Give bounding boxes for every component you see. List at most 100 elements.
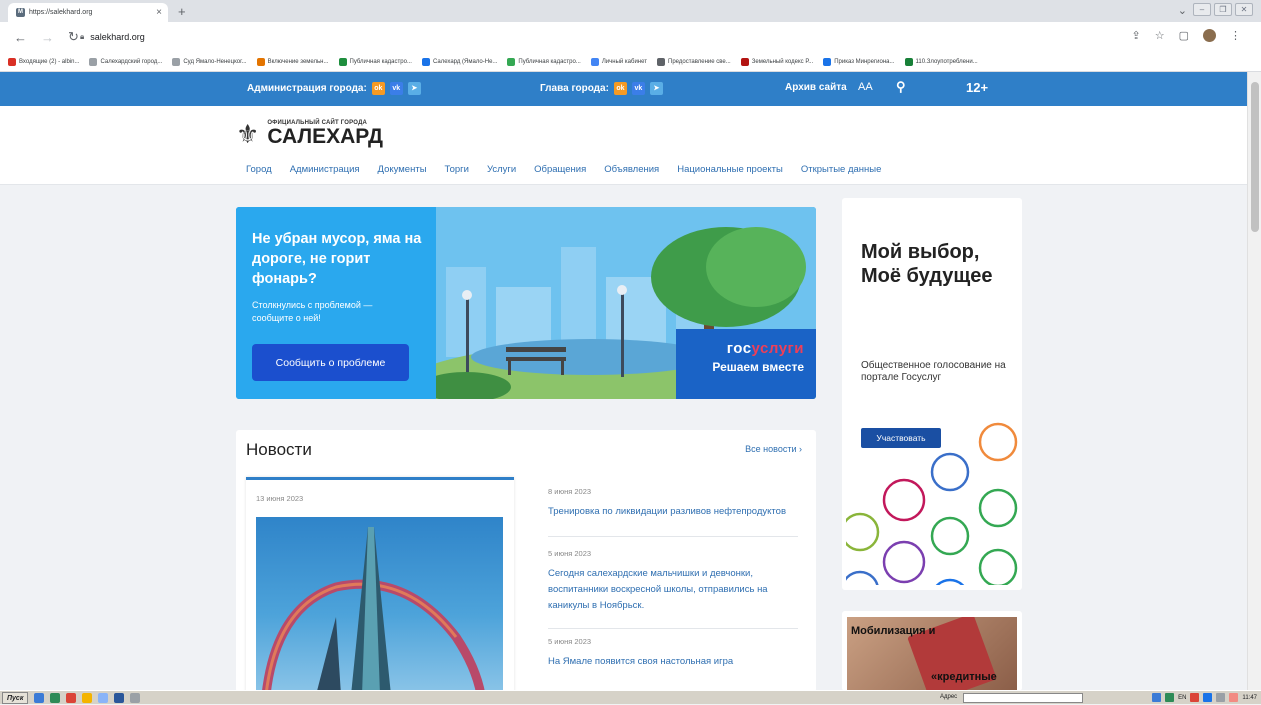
bookmark-item[interactable]: Входящие (2) - albin... [8,57,79,66]
close-tab-icon[interactable]: × [156,7,162,18]
ie-icon[interactable] [34,692,45,703]
odnoklassniki-icon[interactable]: ok [613,82,627,95]
gosuslugi-badge: госуслуги Решаем вместе [676,329,816,399]
age-rating-badge: 12+ [966,80,989,95]
bookmark-favicon-icon [338,57,347,66]
excel-icon[interactable] [50,692,61,703]
bookmark-label: Салехардский город... [100,58,163,65]
menu-item[interactable]: Торги [445,164,469,175]
bookmark-label: Публичная кадастро... [518,58,581,65]
app-icon[interactable] [130,692,141,703]
menu-item[interactable]: Администрация [290,164,360,175]
gosuslugi-slogan: Решаем вместе [712,360,804,374]
bookmark-item[interactable]: Салехард (Ямало-Не... [421,57,497,66]
bookmark-item[interactable]: Земельный кодекс Р... [740,57,813,66]
bookmark-item[interactable]: 110.Злоупотреблени... [904,57,978,66]
menu-item[interactable]: Объявления [604,164,659,175]
vote-text: Общественное голосование на портале Госу… [861,360,1006,383]
telegram-icon[interactable]: ➤ [407,82,421,95]
bookmark-favicon-icon [421,57,430,66]
news-list-item[interactable]: 5 июня 2023 Сегодня салехардские мальчишк… [548,549,798,629]
mobilization-promo-card[interactable]: Мобилизация и «кредитные [842,611,1022,691]
back-icon[interactable]: ← [14,30,27,45]
report-problem-banner[interactable]: Не убран мусор, яма на дороге, не горит … [236,207,816,399]
bookmark-favicon-icon [740,57,749,66]
bookmark-item[interactable]: Личный кабинет [590,57,647,66]
bookmark-item[interactable]: Публичная кадастро... [507,57,581,66]
restore-button[interactable]: ❐ [1214,3,1232,16]
address-bar[interactable]: 🔒︎ salekhard.org [80,26,1160,48]
head-socials: Глава города: ok vk ➤ [540,82,663,95]
tray-icon[interactable] [1190,693,1200,702]
featured-news-card[interactable]: 13 июня 2023 [246,477,514,695]
taskbar-address-input[interactable] [963,693,1083,703]
vote-heading: Мой выбор, Моё будущее [861,241,993,287]
bookmark-favicon-icon [904,57,913,66]
news-list-item[interactable]: 5 июня 2023 На Ямале появится своя настол… [548,637,798,687]
tray-icon[interactable] [1203,693,1213,702]
word-icon[interactable] [114,692,125,703]
window-controls: – ❐ ✕ [1193,3,1253,16]
language-indicator[interactable]: EN [1178,695,1186,701]
main-menu: Город Администрация Документы Торги Услуги Об… [246,164,881,175]
profile-avatar[interactable] [1203,29,1216,42]
minimize-button[interactable]: – [1193,3,1211,16]
menu-item[interactable]: Услуги [487,164,516,175]
bookmark-item[interactable]: Публичная кадастро... [338,57,412,66]
browser-tab[interactable]: М https://salekhard.org × [8,3,168,22]
reload-icon[interactable]: ↻ [68,29,79,45]
new-tab-button[interactable]: + [178,4,186,19]
search-icon[interactable]: ⚲ [896,79,906,95]
vk-icon[interactable]: vk [389,82,403,95]
admin-label: Администрация города: [247,83,367,94]
odnoklassniki-icon[interactable]: ok [371,82,385,95]
bookmark-favicon-icon [8,57,16,66]
tray-icon[interactable] [1229,693,1239,702]
bookmark-item[interactable]: Предоставление све... [657,57,731,66]
menu-item[interactable]: Открытые данные [801,164,882,175]
menu-kebab-icon[interactable]: ⋮ [1230,29,1241,42]
start-button[interactable]: Пуск [2,691,29,704]
news-title-link[interactable]: На Ямале появится своя настольная игра [548,654,798,670]
bookmark-star-icon[interactable]: ☆ [1155,29,1165,42]
close-window-button[interactable]: ✕ [1235,3,1253,16]
bookmark-item[interactable]: Салехардский город... [89,57,163,66]
tray-icon[interactable] [1152,693,1162,702]
tab-search-chevron-icon[interactable]: ⌄ [1178,4,1187,17]
telegram-icon[interactable]: ➤ [649,82,663,95]
archive-link[interactable]: Архив сайта [785,82,847,93]
news-title-link[interactable]: Сегодня салехардские мальчишки и девчонк… [548,566,798,614]
site-logo[interactable]: ⚜ ОФИЦИАЛЬНЫЙ САЙТ ГОРОДА САЛЕХАРД [236,119,383,149]
menu-item[interactable]: Национальные проекты [677,164,783,175]
all-news-link[interactable]: Все новости › [745,444,802,454]
page-scrollbar[interactable] [1247,72,1261,690]
bookmark-item[interactable]: Включение земельн... [256,57,329,66]
chrome-icon[interactable] [66,692,77,703]
side-panel-icon[interactable]: ▢ [1179,29,1189,42]
site-favicon-icon: М [16,8,25,17]
menu-item[interactable]: Город [246,164,272,175]
browser-tab-bar: М https://salekhard.org × + ⌄ – ❐ ✕ [0,0,1261,22]
font-size-toggle[interactable]: AA [858,81,873,93]
folder-icon[interactable] [82,692,93,703]
scrollbar-thumb[interactable] [1251,82,1259,232]
featured-news-image[interactable] [256,517,503,695]
news-list-item[interactable]: 8 июня 2023 Тренировка по ликвидации разл… [548,487,798,537]
share-icon[interactable]: ⇪ [1132,29,1141,42]
news-list: 8 июня 2023 Тренировка по ликвидации разл… [538,477,806,692]
vote-promo-card[interactable]: Мой выбор, Моё будущее Общественное голо… [842,198,1022,590]
vk-icon[interactable]: vk [631,82,645,95]
tray-icon[interactable] [1165,693,1175,702]
app-icon[interactable] [98,692,109,703]
bookmark-item[interactable]: Суд Ямало-Ненецког... [172,57,247,66]
bookmark-item[interactable]: Приказ Минрегиона... [823,57,895,66]
news-title-link[interactable]: Тренировка по ликвидации разливов нефтеп… [548,504,798,520]
forward-icon[interactable]: → [41,30,54,45]
lock-icon[interactable]: 🔒︎ [80,32,84,42]
tray-icon[interactable] [1216,693,1226,702]
menu-item[interactable]: Обращения [534,164,586,175]
menu-item[interactable]: Документы [378,164,427,175]
site-header: ⚜ ОФИЦИАЛЬНЫЙ САЙТ ГОРОДА САЛЕХАРД Город… [0,106,1247,185]
report-problem-button[interactable]: Сообщить о проблеме [252,344,409,381]
news-section: Новости Все новости › 13 июня 2023 8 июн… [236,430,816,695]
